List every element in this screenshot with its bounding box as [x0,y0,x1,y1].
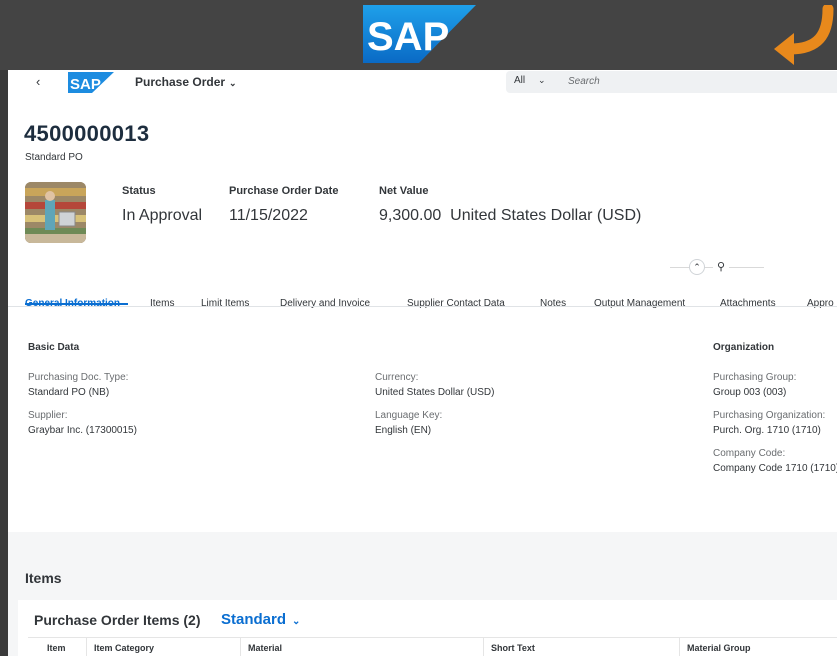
column-divider [679,638,680,656]
tab-delivery-and-invoice[interactable]: Delivery and Invoice [280,298,370,309]
field-value: English (EN) [375,425,432,436]
variant-select[interactable]: Standard ⌄ [221,611,300,628]
table-header-row: Item Item Category Material Short Text M… [28,637,837,656]
chevron-down-icon: ⌄ [229,78,237,88]
tab-bar: General Information Items Limit Items De… [8,282,837,316]
status-value: In Approval [122,207,203,224]
chevron-down-icon[interactable]: ⌄ [538,75,546,86]
tab-items[interactable]: Items [150,298,174,309]
items-section-title: Items [25,570,62,586]
column-header-item-category[interactable]: Item Category [94,643,154,653]
page-subtitle: Standard PO [25,152,83,163]
chevron-down-icon: ⌄ [292,616,301,627]
field-label: Purchasing Group: [713,372,797,383]
po-date-value: 11/15/2022 [229,207,308,224]
status-label: Status [122,185,156,197]
field-value: Graybar Inc. (17300015) [28,425,137,436]
organization-title: Organization [713,342,775,353]
search-scope-select[interactable]: All [514,75,525,86]
tab-supplier-contact-data[interactable]: Supplier Contact Data [407,298,505,309]
tab-output-management[interactable]: Output Management [594,298,685,309]
field-value: United States Dollar (USD) [375,387,495,398]
shell-sap-logo[interactable]: SAP [68,72,114,93]
field-label: Currency: [375,372,419,383]
search-field[interactable]: All ⌄ Search [506,71,837,93]
shell-bar: ‹ SAP Purchase Order ⌄ All ⌄ Search [8,70,837,94]
store-aisle-image [25,182,86,243]
field-value: Group 003 (003) [713,387,787,398]
column-header-short-text[interactable]: Short Text [491,643,535,653]
sap-logo: SAP [363,5,476,63]
pin-header-icon[interactable]: ⚲ [713,259,729,275]
shell-logo-text: SAP [70,76,101,93]
search-input[interactable]: Search [568,76,600,87]
chevron-left-icon[interactable]: ‹ [36,74,40,89]
page-title: 4500000013 [24,121,150,146]
field-label: Company Code: [713,448,786,459]
column-header-material-group[interactable]: Material Group [687,643,751,653]
field-label: Supplier: [28,410,68,421]
fiori-app-window: ‹ SAP Purchase Order ⌄ All ⌄ Search 45000… [8,70,837,656]
table-title: Purchase Order Items (2) [34,612,201,628]
net-value-label: Net Value [379,185,429,197]
field-value: Purch. Org. 1710 (1710) [713,425,821,436]
top-banner: SAP [0,0,837,70]
tab-notes[interactable]: Notes [540,298,566,309]
net-value-value: 9,300.00 United States Dollar (USD) [379,207,642,224]
tab-limit-items[interactable]: Limit Items [201,298,249,309]
basic-data-title: Basic Data [28,342,80,353]
field-value: Standard PO (NB) [28,387,110,398]
header-toggle-bar: ⌃ ⚲ [670,259,764,275]
field-label: Purchasing Doc. Type: [28,372,129,383]
object-header: 4500000013 Standard PO Status In Approva… [8,94,837,330]
sap-logo-text: SAP [367,15,449,59]
curved-arrow-icon[interactable] [770,5,837,67]
field-label: Language Key: [375,410,443,421]
general-information-section: Basic Data Purchasing Doc. Type: Standar… [8,320,837,532]
po-date-label: Purchase Order Date [229,185,339,197]
tab-approval[interactable]: Appro [807,298,834,309]
app-title-menu[interactable]: Purchase Order ⌄ [135,75,237,89]
active-tab-indicator [25,303,128,305]
app-title: Purchase Order [135,75,226,89]
column-divider [483,638,484,656]
column-divider [240,638,241,656]
tab-attachments[interactable]: Attachments [720,298,776,309]
header-divider [8,306,837,307]
field-value: Company Code 1710 (1710) [713,463,837,474]
column-divider [86,638,87,656]
collapse-header-icon[interactable]: ⌃ [689,259,705,275]
items-table: Purchase Order Items (2) Standard ⌄ Item … [18,600,837,656]
variant-label: Standard [221,611,287,628]
column-header-material[interactable]: Material [248,643,282,653]
field-label: Purchasing Organization: [713,410,826,421]
object-image [25,182,86,243]
column-header-item[interactable]: Item [47,643,66,653]
